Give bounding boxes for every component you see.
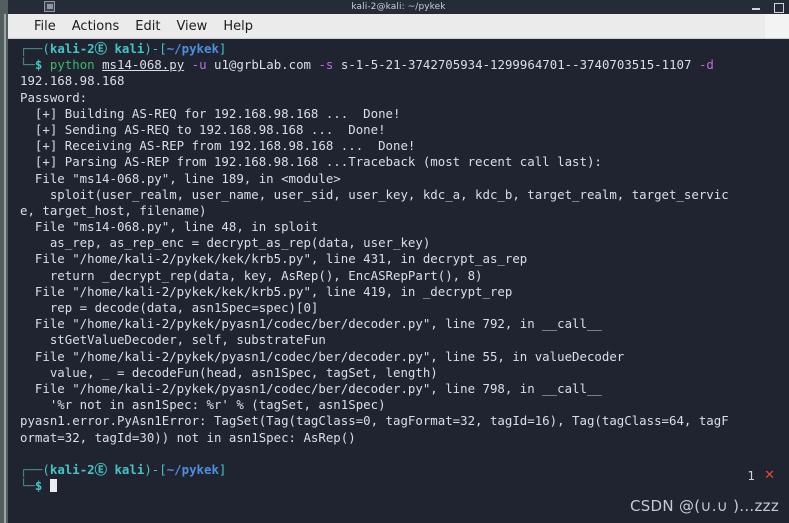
status-line: [+] Receiving AS-REP from 192.168.98.168… [20, 138, 416, 154]
terminal-area[interactable]: ┌──(kali-2Ⓔ kali)-[~/pykek] └─$ python ms… [8, 39, 789, 523]
menu-item-view[interactable]: View [168, 18, 215, 35]
traceback-header-line: [+] Parsing AS-REP from 192.168.98.168 .… [20, 154, 602, 170]
command-wrap-line: 192.168.98.168 [20, 73, 125, 89]
terminal-output[interactable]: ┌──(kali-2Ⓔ kali)-[~/pykek] └─$ python ms… [20, 39, 789, 523]
traceback-line: File "/home/kali-2/pykek/pyasn1/codec/be… [20, 316, 602, 332]
traceback-line: value, _ = decodeFun(head, asn1Spec, tag… [20, 364, 438, 380]
terminal-left-margin [8, 39, 20, 523]
screen-root: pykekpythonkali-2installer_debiarm_arm64… [0, 0, 789, 523]
traceback-line: File "ms14-068.py", line 189, in <module… [20, 170, 341, 186]
traceback-line: as_rep, as_rep_enc = decrypt_as_rep(data… [20, 235, 431, 251]
minimize-button[interactable] [751, 2, 761, 12]
traceback-line: File "/home/kali-2/pykek/kek/krb5.py", l… [20, 283, 513, 299]
traceback-line: rep = decode(data, asn1Spec=spec)[0] [20, 300, 319, 315]
menubar: File Actions Edit View Help [8, 14, 789, 39]
error-line: pyasn1.error.PyAsn1Error: TagSet(Tag(tag… [20, 413, 729, 429]
traceback-line: File "ms14-068.py", line 48, in sploit [20, 219, 319, 235]
terminal-window: kali-2@kali: ~/pykek File Actions Edit V… [8, 0, 789, 523]
traceback-line: e, target_host, filename) [20, 202, 207, 218]
traceback-line: return _decrypt_rep(data, key, AsRep(), … [20, 267, 483, 283]
traceback-line: File "/home/kali-2/pykek/kek/krb5.py", l… [20, 251, 528, 267]
badge-count: 1 [747, 468, 756, 483]
csdn-watermark: CSDN @(∪.∪ )...zzz [629, 497, 779, 515]
status-line: [+] Building AS-REQ for 192.168.98.168 .… [20, 105, 401, 121]
traceback-line: '%r not in asn1Spec: %r' % (tagSet, asn1… [20, 397, 386, 413]
maximize-button[interactable] [773, 2, 784, 13]
terminal-icon [44, 1, 55, 12]
traceback-line: stGetValueDecoder, self, substrateFun [20, 332, 326, 348]
menu-item-edit[interactable]: Edit [127, 18, 168, 35]
desktop-left-strip [0, 0, 8, 523]
traceback-line: sploit(user_realm, user_name, user_sid, … [20, 186, 729, 202]
input-line: └─$ [20, 478, 789, 494]
prompt-line-final: ┌──(kali-2Ⓔ kali)-[~/pykek] [20, 461, 227, 477]
close-icon[interactable]: ✕ [764, 468, 775, 483]
window-titlebar[interactable]: kali-2@kali: ~/pykek [8, 0, 789, 14]
menu-item-file[interactable]: File [26, 18, 64, 35]
prompt-line: ┌──(kali-2Ⓔ kali)-[~/pykek] [20, 41, 227, 56]
status-line: [+] Sending AS-REQ to 192.168.98.168 ...… [20, 121, 386, 137]
traceback-line: File "/home/kali-2/pykek/pyasn1/codec/be… [20, 380, 602, 396]
window-title: kali-2@kali: ~/pykek [351, 2, 446, 12]
text-cursor [49, 479, 58, 493]
command-line: └─$ python ms14-068.py -u u1@grbLab.com … [20, 57, 714, 73]
traceback-line: File "/home/kali-2/pykek/pyasn1/codec/be… [20, 348, 625, 364]
password-prompt-line: Password: [20, 89, 88, 105]
error-line: ormat=32, tagId=30)) not in asn1Spec: As… [20, 429, 356, 445]
menu-item-actions[interactable]: Actions [64, 18, 128, 35]
menu-item-help[interactable]: Help [215, 18, 261, 35]
window-controls [751, 0, 784, 14]
notification-badges: 1 ✕ [747, 468, 775, 483]
